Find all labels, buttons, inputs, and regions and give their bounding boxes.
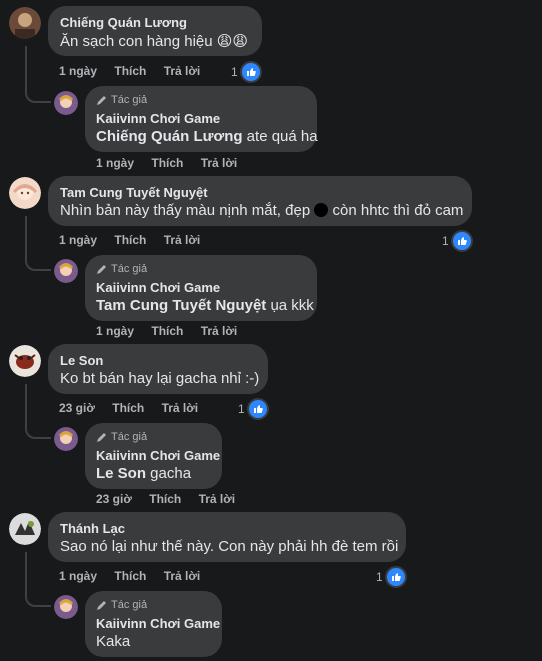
like-button[interactable]: Thích <box>114 233 146 247</box>
reply-actions: 23 giờ Thích Trả lời <box>96 492 249 506</box>
reaction-count[interactable]: 1 <box>376 566 407 588</box>
commenter-name[interactable]: Chiếng Quán Lương <box>60 15 187 30</box>
reply-button[interactable]: Trả lời <box>201 156 238 170</box>
thread-line <box>25 46 51 103</box>
like-button[interactable]: Thích <box>151 324 183 338</box>
author-badge: Tác giả <box>96 599 147 611</box>
author-badge-label: Tác giả <box>111 431 148 443</box>
commenter-name[interactable]: Thánh Lạc <box>60 521 125 536</box>
comment-text: Ko bt bán hay lại gacha nhỉ :-) <box>60 370 260 387</box>
reply-text: gacha <box>146 465 192 482</box>
thumbs-up-icon <box>239 61 262 83</box>
comment-text: Nhìn bản này thấy màu nịnh mắt, đẹp <box>60 202 311 219</box>
mention-tag[interactable]: Tam Cung Tuyết Nguyệt <box>96 297 266 314</box>
reply-author-name[interactable]: Kaiivinn Chơi Game <box>96 280 220 295</box>
reply-text: ate quá ha <box>242 128 318 145</box>
like-count: 1 <box>376 570 383 584</box>
author-badge: Tác giả <box>96 94 147 106</box>
comment-text-line: Nhìn bản này thấy màu nịnh mắt, đẹp còn … <box>60 202 463 219</box>
thumbs-up-icon <box>384 566 407 588</box>
mention-tag[interactable]: Le Son <box>96 465 146 482</box>
thread-line <box>25 216 51 271</box>
reply-button[interactable]: Trả lời <box>164 569 201 583</box>
reply-button[interactable]: Trả lời <box>164 233 201 247</box>
reply-button[interactable]: Trả lời <box>199 492 236 506</box>
reply-button[interactable]: Trả lời <box>201 324 238 338</box>
reply-author-name[interactable]: Kaiivinn Chơi Game <box>96 448 220 463</box>
comment-time[interactable]: 23 giờ <box>59 401 95 415</box>
thumbs-up-icon <box>450 230 473 252</box>
comment-time[interactable]: 1 ngày <box>59 569 97 583</box>
commenter-avatar[interactable] <box>9 513 41 545</box>
like-count: 1 <box>238 402 245 416</box>
reply-bubble: Tác giả Kaiivinn Chơi Game Le Son gacha <box>85 423 222 489</box>
author-badge-label: Tác giả <box>111 599 148 611</box>
author-avatar[interactable] <box>54 595 78 619</box>
author-avatar[interactable] <box>54 91 78 115</box>
comment-text: Ăn sạch con hàng hiệu <box>60 33 213 50</box>
author-badge-label: Tác giả <box>111 263 148 275</box>
pencil-icon <box>97 264 106 274</box>
mention-tag[interactable]: Chiếng Quán Lương <box>96 128 243 145</box>
like-button[interactable]: Thích <box>151 156 183 170</box>
thread-line <box>25 552 51 607</box>
reply-button[interactable]: Trả lời <box>162 401 199 415</box>
reply-text: Kaka <box>96 633 131 650</box>
pencil-icon <box>97 95 106 105</box>
comment-text-continued: còn hhtc thì đỏ cam <box>332 202 464 219</box>
pencil-icon <box>97 432 106 442</box>
comment-actions: 1 ngày Thích Trả lời <box>59 569 214 583</box>
reply-time[interactable]: 23 giờ <box>96 492 132 506</box>
comment-time[interactable]: 1 ngày <box>59 64 97 78</box>
comment-bubble: Le Son Ko bt bán hay lại gacha nhỉ :-) <box>48 344 268 394</box>
reply-bubble: Tác giả Kaiivinn Chơi Game Tam Cung Tuyế… <box>85 255 317 321</box>
reply-button[interactable]: Trả lời <box>164 64 201 78</box>
reply-text: ụa kkk <box>266 297 314 314</box>
author-badge: Tác giả <box>96 263 147 275</box>
reply-author-name[interactable]: Kaiivinn Chơi Game <box>96 111 220 126</box>
author-badge: Tác giả <box>96 431 147 443</box>
comment-actions: 1 ngày Thích Trả lời <box>59 64 214 78</box>
reply-time[interactable]: 1 ngày <box>96 324 134 338</box>
like-button[interactable]: Thích <box>149 492 181 506</box>
commenter-avatar[interactable] <box>9 345 41 377</box>
thread-line <box>25 384 51 439</box>
comment-text: Sao nó lại như thế này. Con này phải hh … <box>60 538 399 555</box>
reaction-count[interactable]: 1 <box>238 398 269 420</box>
comment-bubble: Chiếng Quán Lương Ăn sạch con hàng hiệu … <box>48 6 262 56</box>
comment-bubble: Tam Cung Tuyết Nguyệt Nhìn bản này thấy … <box>48 176 472 226</box>
comment-time[interactable]: 1 ngày <box>59 233 97 247</box>
commenter-avatar[interactable] <box>9 7 41 39</box>
like-button[interactable]: Thích <box>114 64 146 78</box>
reply-text-line: Tam Cung Tuyết Nguyệt ụa kkk <box>96 297 314 314</box>
commenter-name[interactable]: Le Son <box>60 353 103 368</box>
reply-actions: 1 ngày Thích Trả lời <box>96 156 251 170</box>
reply-time[interactable]: 1 ngày <box>96 156 134 170</box>
comment-actions: 1 ngày Thích Trả lời <box>59 233 214 247</box>
reaction-count[interactable]: 1 <box>231 61 262 83</box>
emoji: 😩😩 <box>216 33 249 50</box>
commenter-avatar[interactable] <box>9 177 41 209</box>
thumbs-up-icon <box>246 398 269 420</box>
author-badge-label: Tác giả <box>111 94 148 106</box>
pencil-icon <box>97 600 106 610</box>
comment-actions: 23 giờ Thích Trả lời <box>59 401 212 415</box>
reply-author-name[interactable]: Kaiivinn Chơi Game <box>96 616 220 631</box>
comment-bubble: Thánh Lạc Sao nó lại như thế này. Con nà… <box>48 512 406 562</box>
commenter-name[interactable]: Tam Cung Tuyết Nguyệt <box>60 185 208 200</box>
author-avatar[interactable] <box>54 259 78 283</box>
like-button[interactable]: Thích <box>112 401 144 415</box>
like-count: 1 <box>231 65 238 79</box>
reply-text-line: Le Son gacha <box>96 465 191 482</box>
redacted-dot <box>314 203 329 217</box>
reply-bubble: Tác giả Kaiivinn Chơi Game Chiếng Quán L… <box>85 86 318 152</box>
reply-text-line: Chiếng Quán Lương ate quá ha <box>96 128 318 145</box>
like-count: 1 <box>442 234 449 248</box>
author-avatar[interactable] <box>54 427 78 451</box>
reaction-count[interactable]: 1 <box>442 230 473 252</box>
reply-bubble: Tác giả Kaiivinn Chơi Game Kaka <box>85 591 222 657</box>
reply-actions: 1 ngày Thích Trả lời <box>96 324 251 338</box>
like-button[interactable]: Thích <box>114 569 146 583</box>
comment-text-line: Ăn sạch con hàng hiệu 😩😩 <box>60 32 248 50</box>
